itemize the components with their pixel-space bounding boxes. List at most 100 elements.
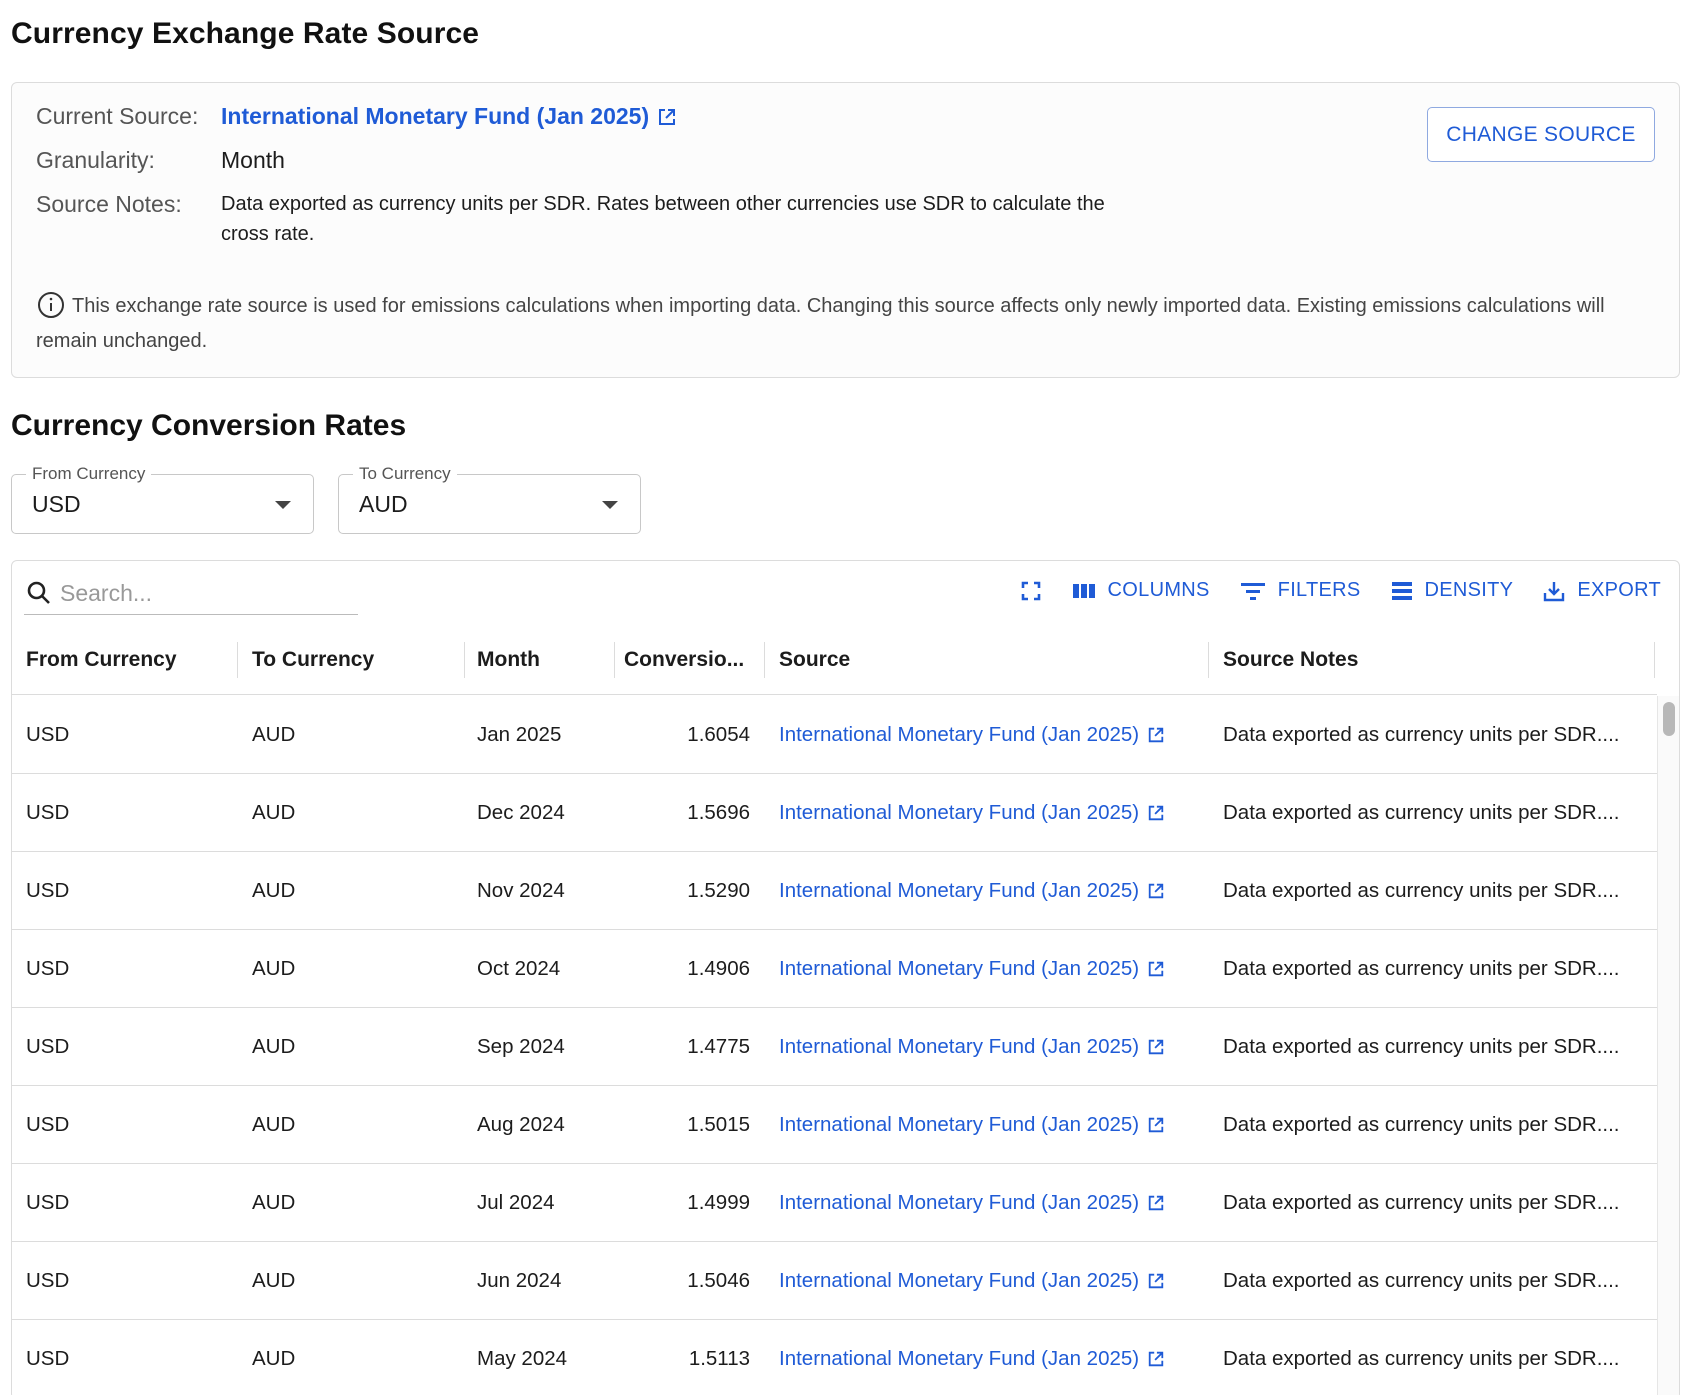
vertical-scrollbar[interactable] <box>1657 696 1679 1395</box>
cell-from: USD <box>26 1269 70 1292</box>
cell-source-link[interactable]: International Monetary Fund (Jan 2025) <box>779 930 1165 1008</box>
cell-source-link[interactable]: International Monetary Fund (Jan 2025) <box>779 1242 1165 1320</box>
cell-source-link[interactable]: International Monetary Fund (Jan 2025) <box>779 696 1165 774</box>
filters-button[interactable]: FILTERS <box>1240 579 1361 602</box>
granularity-label: Granularity: <box>36 147 155 173</box>
source-link-text[interactable]: International Monetary Fund (Jan 2025) <box>779 1191 1139 1215</box>
source-link-text[interactable]: International Monetary Fund (Jan 2025) <box>779 1035 1139 1059</box>
cell-month: Jan 2025 <box>477 723 562 746</box>
external-link-icon <box>1148 1039 1164 1055</box>
grid-toolbar: COLUMNS FILTERS DENSITY <box>12 561 1679 625</box>
column-separator[interactable] <box>1208 642 1209 678</box>
column-separator[interactable] <box>237 642 238 678</box>
cell-source-link[interactable]: International Monetary Fund (Jan 2025) <box>779 852 1165 930</box>
current-source-link-text[interactable]: International Monetary Fund (Jan 2025) <box>221 103 649 130</box>
cell-month: Jun 2024 <box>477 1269 562 1292</box>
external-link-icon <box>1148 805 1164 821</box>
cell-from: USD <box>26 957 70 980</box>
columns-button[interactable]: COLUMNS <box>1072 579 1210 602</box>
cell-rate: 1.5015 <box>687 1113 750 1136</box>
info-icon <box>38 291 64 318</box>
external-link-icon <box>1148 883 1164 899</box>
source-link-text[interactable]: International Monetary Fund (Jan 2025) <box>779 1269 1139 1293</box>
column-separator[interactable] <box>1654 642 1655 678</box>
column-separator[interactable] <box>614 642 615 678</box>
cell-to: AUD <box>252 723 296 746</box>
cell-notes: Data exported as currency units per SDR.… <box>1223 1113 1620 1136</box>
to-currency-select[interactable]: To Currency AUD <box>338 464 641 534</box>
cell-notes: Data exported as currency units per SDR.… <box>1223 957 1620 980</box>
external-link-icon <box>1148 1195 1164 1211</box>
cell-source-link[interactable]: International Monetary Fund (Jan 2025) <box>779 1008 1165 1086</box>
source-notes-row: Source Notes: Data exported as currency … <box>36 191 1121 249</box>
cell-month: Nov 2024 <box>477 879 565 902</box>
cell-source-link[interactable]: International Monetary Fund (Jan 2025) <box>779 1320 1165 1395</box>
source-link-text[interactable]: International Monetary Fund (Jan 2025) <box>779 1347 1139 1371</box>
cell-source-link[interactable]: International Monetary Fund (Jan 2025) <box>779 1086 1165 1164</box>
export-label[interactable]: EXPORT <box>1577 579 1661 602</box>
cell-to: AUD <box>252 879 296 902</box>
table-row[interactable]: USD AUD Jul 2024 1.4999 International Mo… <box>12 1164 1657 1242</box>
source-link-text[interactable]: International Monetary Fund (Jan 2025) <box>779 1113 1139 1137</box>
source-link-text[interactable]: International Monetary Fund (Jan 2025) <box>779 957 1139 981</box>
toolbar-actions: COLUMNS FILTERS DENSITY EXPORT <box>1020 579 1661 602</box>
conversion-title: Currency Conversion Rates <box>11 409 407 442</box>
column-separator[interactable] <box>764 642 765 678</box>
column-header-notes[interactable]: Source Notes <box>1223 625 1358 695</box>
current-source-label: Current Source: <box>36 103 199 129</box>
cell-rate: 1.5046 <box>687 1269 750 1292</box>
to-currency-value[interactable]: AUD <box>359 491 408 518</box>
table-row[interactable]: USD AUD Oct 2024 1.4906 International Mo… <box>12 930 1657 1008</box>
cell-source-link[interactable]: International Monetary Fund (Jan 2025) <box>779 1164 1165 1242</box>
density-button[interactable]: DENSITY <box>1391 579 1514 602</box>
density-label[interactable]: DENSITY <box>1425 579 1514 602</box>
source-link-text[interactable]: International Monetary Fund (Jan 2025) <box>779 801 1139 825</box>
export-button[interactable]: EXPORT <box>1543 579 1661 602</box>
current-source-link[interactable]: International Monetary Fund (Jan 2025) <box>221 103 677 130</box>
column-separator[interactable] <box>464 642 465 678</box>
scrollbar-thumb[interactable] <box>1663 702 1675 736</box>
search-box[interactable] <box>24 575 358 615</box>
cell-notes: Data exported as currency units per SDR.… <box>1223 1035 1620 1058</box>
source-link-text[interactable]: International Monetary Fund (Jan 2025) <box>779 879 1139 903</box>
cell-to: AUD <box>252 1113 296 1136</box>
column-header-to[interactable]: To Currency <box>252 625 374 695</box>
column-header-rate[interactable]: Conversio... <box>624 625 744 695</box>
table-row[interactable]: USD AUD Sep 2024 1.4775 International Mo… <box>12 1008 1657 1086</box>
search-input[interactable] <box>60 575 350 611</box>
info-text: This exchange rate source is used for em… <box>36 295 1605 352</box>
to-currency-label: To Currency <box>353 464 457 484</box>
table-row[interactable]: USD AUD Nov 2024 1.5290 International Mo… <box>12 852 1657 930</box>
table-row[interactable]: USD AUD Aug 2024 1.5015 International Mo… <box>12 1086 1657 1164</box>
chevron-down-icon[interactable] <box>275 501 291 509</box>
fullscreen-button[interactable] <box>1020 580 1042 602</box>
table-row[interactable]: USD AUD Dec 2024 1.5696 International Mo… <box>12 774 1657 852</box>
density-icon <box>1391 581 1412 600</box>
cell-notes: Data exported as currency units per SDR.… <box>1223 1191 1620 1214</box>
table-row[interactable]: USD AUD Jun 2024 1.5046 International Mo… <box>12 1242 1657 1320</box>
cell-source-link[interactable]: International Monetary Fund (Jan 2025) <box>779 774 1165 852</box>
cell-to: AUD <box>252 1035 296 1058</box>
cell-rate: 1.4775 <box>687 1035 750 1058</box>
column-header-from[interactable]: From Currency <box>26 625 177 695</box>
info-banner: This exchange rate source is used for em… <box>36 289 1636 359</box>
columns-label[interactable]: COLUMNS <box>1108 579 1210 602</box>
column-header-month[interactable]: Month <box>477 625 540 695</box>
table-row[interactable]: USD AUD May 2024 1.5113 International Mo… <box>12 1320 1657 1395</box>
cell-notes: Data exported as currency units per SDR.… <box>1223 1347 1620 1370</box>
from-currency-value[interactable]: USD <box>32 491 81 518</box>
external-link-icon <box>1148 1273 1164 1289</box>
source-link-text[interactable]: International Monetary Fund (Jan 2025) <box>779 723 1139 747</box>
from-currency-label: From Currency <box>26 464 152 484</box>
chevron-down-icon[interactable] <box>602 501 618 509</box>
filters-label[interactable]: FILTERS <box>1278 579 1361 602</box>
cell-notes: Data exported as currency units per SDR.… <box>1223 723 1620 746</box>
column-header-source[interactable]: Source <box>779 625 850 695</box>
change-source-button[interactable]: CHANGE SOURCE <box>1427 107 1655 162</box>
source-notes-label: Source Notes: <box>36 191 182 217</box>
cell-from: USD <box>26 879 70 902</box>
cell-rate: 1.4906 <box>687 957 750 980</box>
source-card: Current Source: International Monetary F… <box>11 82 1680 378</box>
from-currency-select[interactable]: From Currency USD <box>11 464 314 534</box>
table-row[interactable]: USD AUD Jan 2025 1.6054 International Mo… <box>12 696 1657 774</box>
